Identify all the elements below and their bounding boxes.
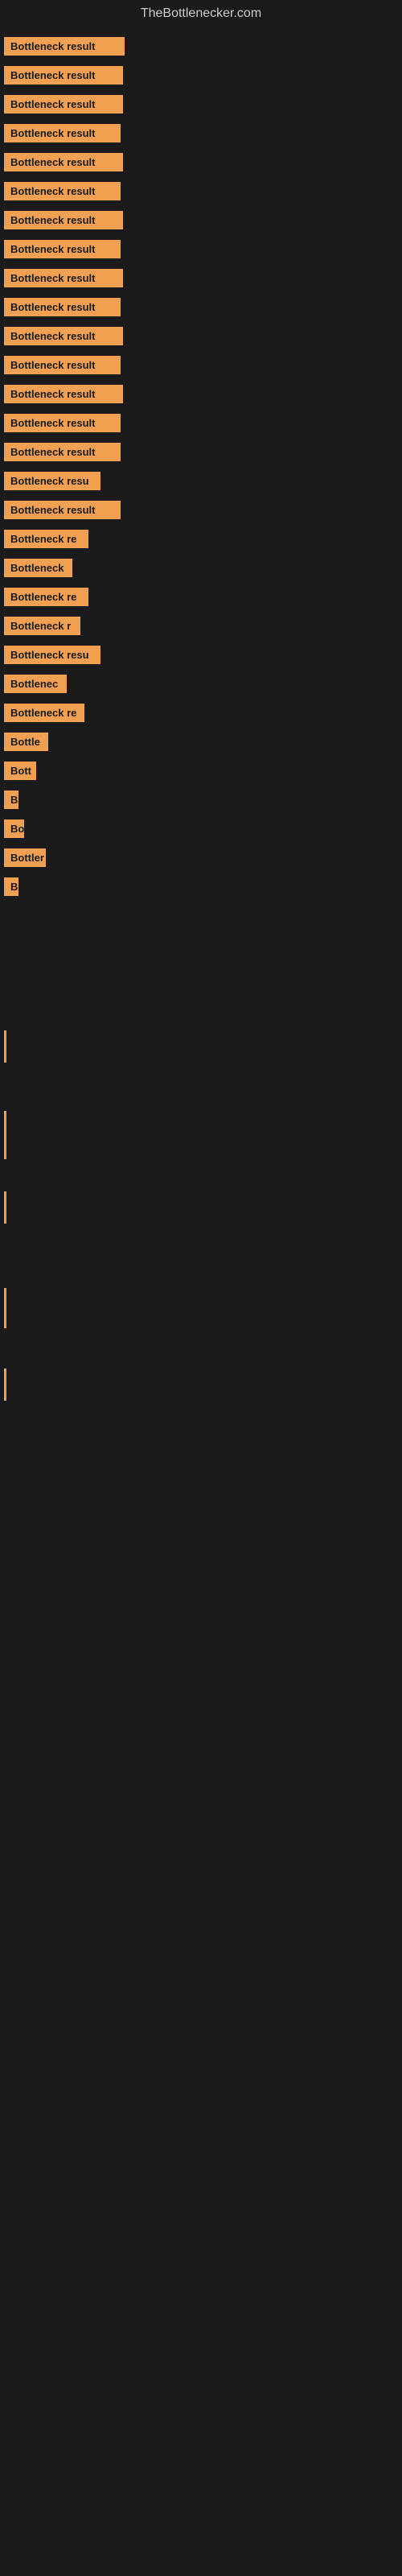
bottleneck-label: B (4, 877, 18, 896)
list-item: Bottlenec (4, 672, 398, 695)
vertical-bar (4, 1191, 6, 1224)
list-item: Bottleneck result (4, 180, 398, 202)
list-item: Bottleneck result (4, 64, 398, 86)
bottleneck-label: Bottleneck result (4, 356, 121, 374)
list-item: Bottler (4, 846, 398, 869)
bottleneck-label: Bottleneck result (4, 153, 123, 171)
bottleneck-label: Bott (4, 762, 36, 780)
list-item: Bottleneck result (4, 353, 398, 376)
vertical-bar (4, 1111, 6, 1159)
list-item: Bott (4, 759, 398, 782)
vertical-bar (4, 1368, 6, 1401)
bottleneck-label: B (4, 791, 18, 809)
bottleneck-label: Bottleneck resu (4, 472, 100, 490)
bottleneck-label: Bottle (4, 733, 48, 751)
list-item: Bottleneck result (4, 35, 398, 57)
bottleneck-label: Bottleneck r (4, 617, 80, 635)
list-item: Bottleneck re (4, 585, 398, 608)
list-item: Bottleneck result (4, 266, 398, 289)
bottleneck-label: Bo (4, 819, 24, 838)
list-item: Bottleneck (4, 556, 398, 579)
list-item: B (4, 875, 398, 898)
bottleneck-label: Bottleneck result (4, 501, 121, 519)
list-item: Bottleneck re (4, 527, 398, 550)
bottleneck-label: Bottleneck result (4, 95, 123, 114)
list-item: Bottleneck r (4, 614, 398, 637)
bottleneck-label: Bottleneck resu (4, 646, 100, 664)
bottleneck-label: Bottleneck result (4, 37, 125, 56)
bottleneck-label: Bottleneck result (4, 443, 121, 461)
list-item: Bottleneck result (4, 151, 398, 173)
bottleneck-label: Bottleneck re (4, 704, 84, 722)
list-item: B (4, 788, 398, 811)
bottleneck-label: Bottlenec (4, 675, 67, 693)
bottleneck-label: Bottleneck re (4, 530, 88, 548)
list-item: Bottleneck result (4, 237, 398, 260)
bottleneck-label: Bottleneck result (4, 414, 121, 432)
bottleneck-label: Bottleneck result (4, 240, 121, 258)
list-item: Bottleneck result (4, 411, 398, 434)
bottleneck-label: Bottleneck result (4, 298, 121, 316)
list-item: Bottleneck result (4, 93, 398, 115)
list-item: Bottleneck result (4, 382, 398, 405)
bottleneck-label: Bottler (4, 848, 46, 867)
list-item: Bottle (4, 730, 398, 753)
bottleneck-label: Bottleneck re (4, 588, 88, 606)
items-container: Bottleneck result Bottleneck result Bottle… (0, 27, 402, 905)
bottleneck-label: Bottleneck result (4, 211, 123, 229)
list-item: Bottleneck result (4, 440, 398, 463)
list-item: Bottleneck result (4, 498, 398, 521)
bottleneck-label: Bottleneck result (4, 124, 121, 142)
vertical-bar (4, 1288, 6, 1328)
site-title: TheBottlenecker.com (0, 0, 402, 27)
bottleneck-label: Bottleneck (4, 559, 72, 577)
bottleneck-label: Bottleneck result (4, 269, 123, 287)
list-item: Bottleneck result (4, 122, 398, 144)
vertical-bar (4, 1030, 6, 1063)
list-item: Bottleneck re (4, 701, 398, 724)
list-item: Bottleneck resu (4, 469, 398, 492)
list-item: Bottleneck result (4, 295, 398, 318)
bottleneck-label: Bottleneck result (4, 385, 123, 403)
list-item: Bottleneck resu (4, 643, 398, 666)
list-item: Bottleneck result (4, 208, 398, 231)
list-item: Bo (4, 817, 398, 840)
bottleneck-label: Bottleneck result (4, 66, 123, 85)
bottleneck-label: Bottleneck result (4, 327, 123, 345)
bottleneck-label: Bottleneck result (4, 182, 121, 200)
list-item: Bottleneck result (4, 324, 398, 347)
